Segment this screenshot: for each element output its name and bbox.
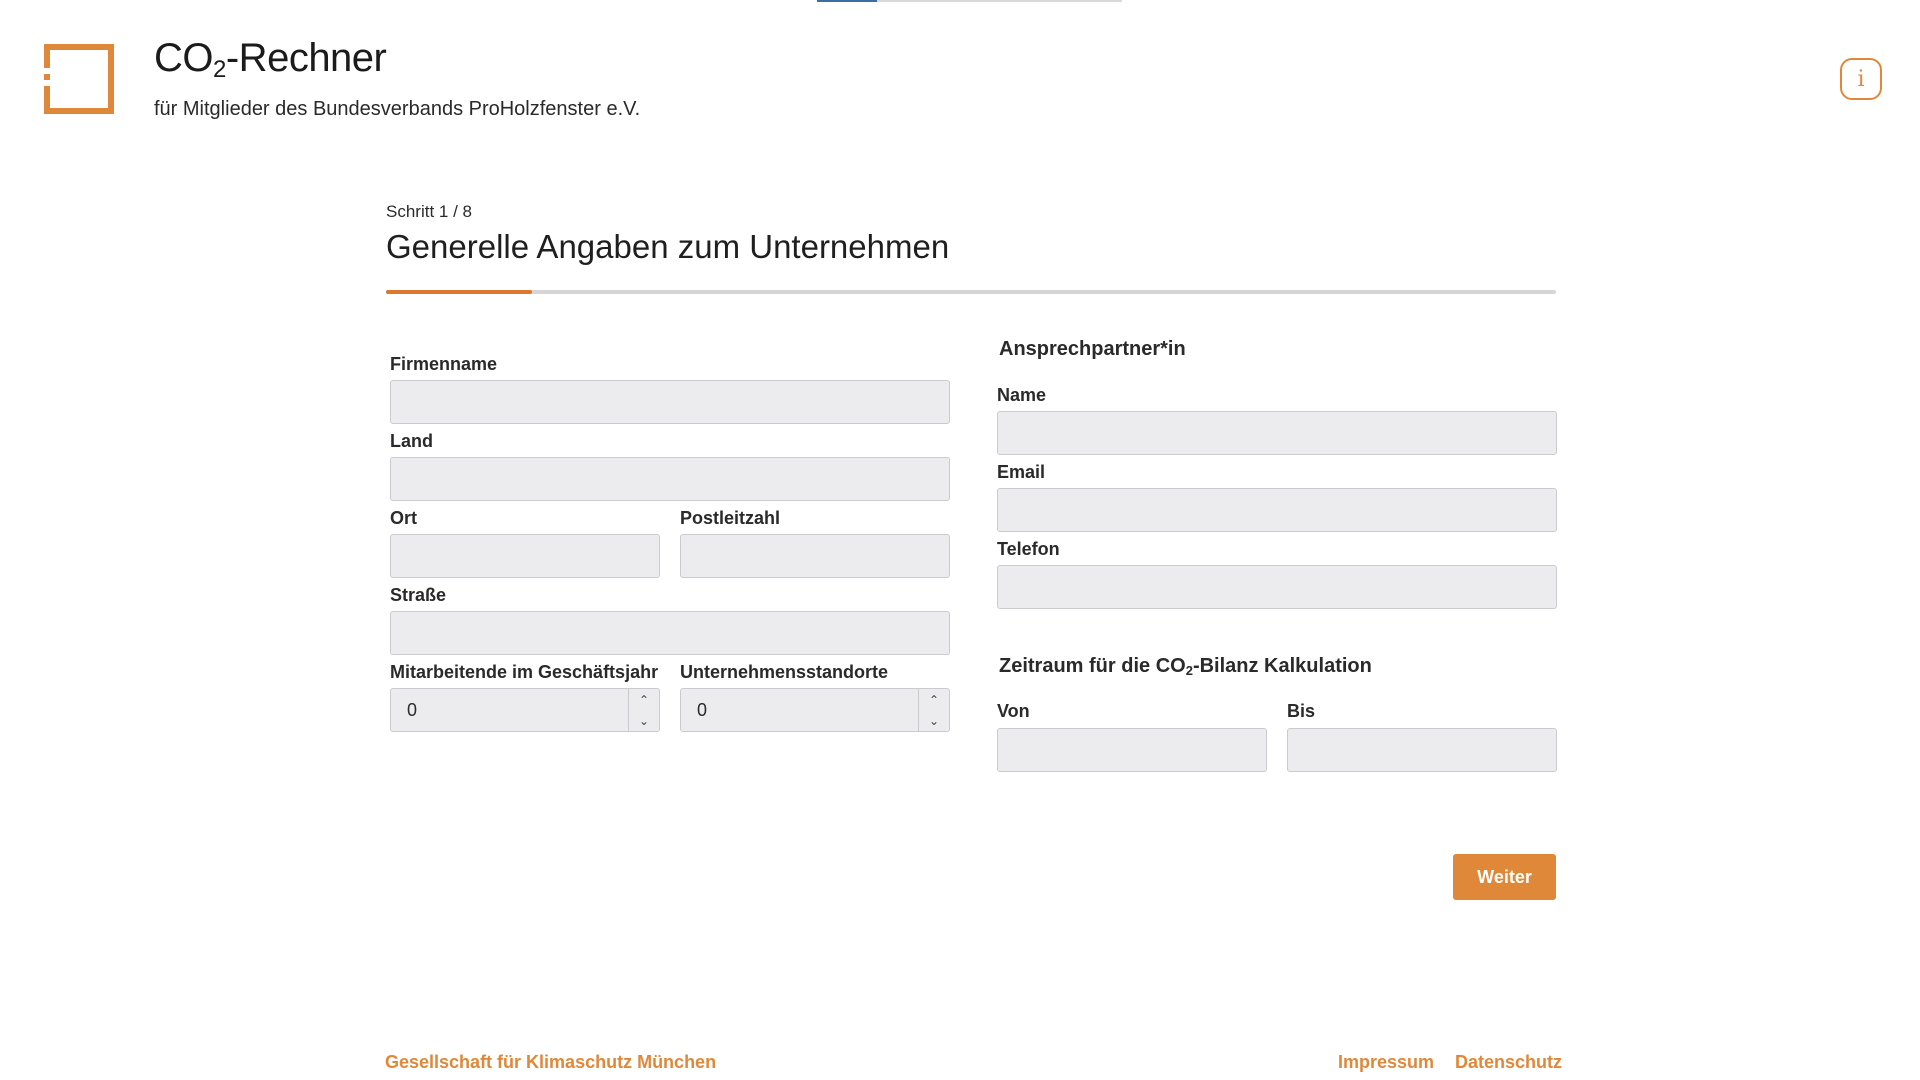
land-label: Land	[390, 431, 433, 451]
firmenname-input[interactable]	[390, 380, 950, 424]
bis-date-input[interactable]	[1287, 728, 1557, 772]
period-section-title: Zeitraum für die CO2-Bilanz Kalkulation	[999, 655, 1372, 678]
strasse-input[interactable]	[390, 611, 950, 655]
app-subtitle: für Mitglieder des Bundesverbands ProHol…	[154, 98, 641, 120]
von-label: Von	[997, 701, 1030, 721]
postleitzahl-input[interactable]	[680, 534, 950, 578]
mitarbeitende-value: 0	[407, 700, 418, 720]
mitarbeitende-number-input[interactable]: 0 ⌃ ⌄	[390, 688, 660, 732]
app-title-main: CO	[154, 36, 214, 80]
increment-chevron-up-icon[interactable]: ⌃	[919, 689, 949, 710]
page-header: CO2-Rechner für Mitglieder des Bundesver…	[0, 0, 1920, 140]
ort-input[interactable]	[390, 534, 660, 578]
footer-impressum-link[interactable]: Impressum	[1338, 1052, 1434, 1073]
von-date-input[interactable]	[997, 728, 1267, 772]
footer-datenschutz-link[interactable]: Datenschutz	[1455, 1052, 1562, 1073]
app-title: CO2-Rechner	[154, 36, 387, 84]
decrement-chevron-down-icon[interactable]: ⌄	[919, 710, 949, 731]
step-progress-fill	[386, 290, 533, 294]
postleitzahl-label: Postleitzahl	[680, 508, 781, 528]
ort-label: Ort	[390, 508, 417, 528]
name-input[interactable]	[997, 411, 1557, 455]
land-input[interactable]	[390, 457, 950, 501]
step-counter: Schritt 1 / 8	[386, 202, 472, 221]
next-button[interactable]: Weiter	[1453, 854, 1556, 900]
bis-label: Bis	[1287, 701, 1316, 721]
mitarbeitende-label: Mitarbeitende im Geschäftsjahr	[390, 662, 659, 682]
info-button[interactable]: i	[1840, 58, 1882, 100]
email-input[interactable]	[997, 488, 1557, 532]
firmenname-label: Firmenname	[390, 354, 498, 374]
decrement-chevron-down-icon[interactable]: ⌄	[629, 710, 659, 731]
standorte-number-input[interactable]: 0 ⌃ ⌄	[680, 688, 950, 732]
footer-org-link[interactable]: Gesellschaft für Klimaschutz München	[385, 1052, 716, 1073]
info-icon: i	[1857, 66, 1865, 92]
email-label: Email	[997, 462, 1046, 482]
period-title-subscript: 2	[1185, 663, 1193, 678]
window-frame-logo-icon	[44, 44, 114, 114]
contact-section-title: Ansprechpartner*in	[999, 338, 1186, 360]
standorte-label: Unternehmensstandorte	[680, 662, 889, 682]
app-title-rest: -Rechner	[225, 36, 387, 80]
strasse-label: Straße	[390, 585, 447, 605]
standorte-value: 0	[697, 700, 708, 720]
mitarbeitende-spinner: ⌃ ⌄	[628, 689, 659, 731]
app-title-subscript: 2	[213, 56, 226, 83]
step-title: Generelle Angaben zum Unternehmen	[386, 228, 950, 265]
period-title-main: Zeitraum für die CO	[999, 655, 1186, 677]
period-title-rest: -Bilanz Kalkulation	[1192, 655, 1372, 677]
standorte-spinner: ⌃ ⌄	[918, 689, 949, 731]
increment-chevron-up-icon[interactable]: ⌃	[629, 689, 659, 710]
telefon-label: Telefon	[997, 539, 1060, 559]
telefon-input[interactable]	[997, 565, 1557, 609]
name-label: Name	[997, 385, 1047, 405]
step-progress-bar	[386, 290, 1556, 294]
